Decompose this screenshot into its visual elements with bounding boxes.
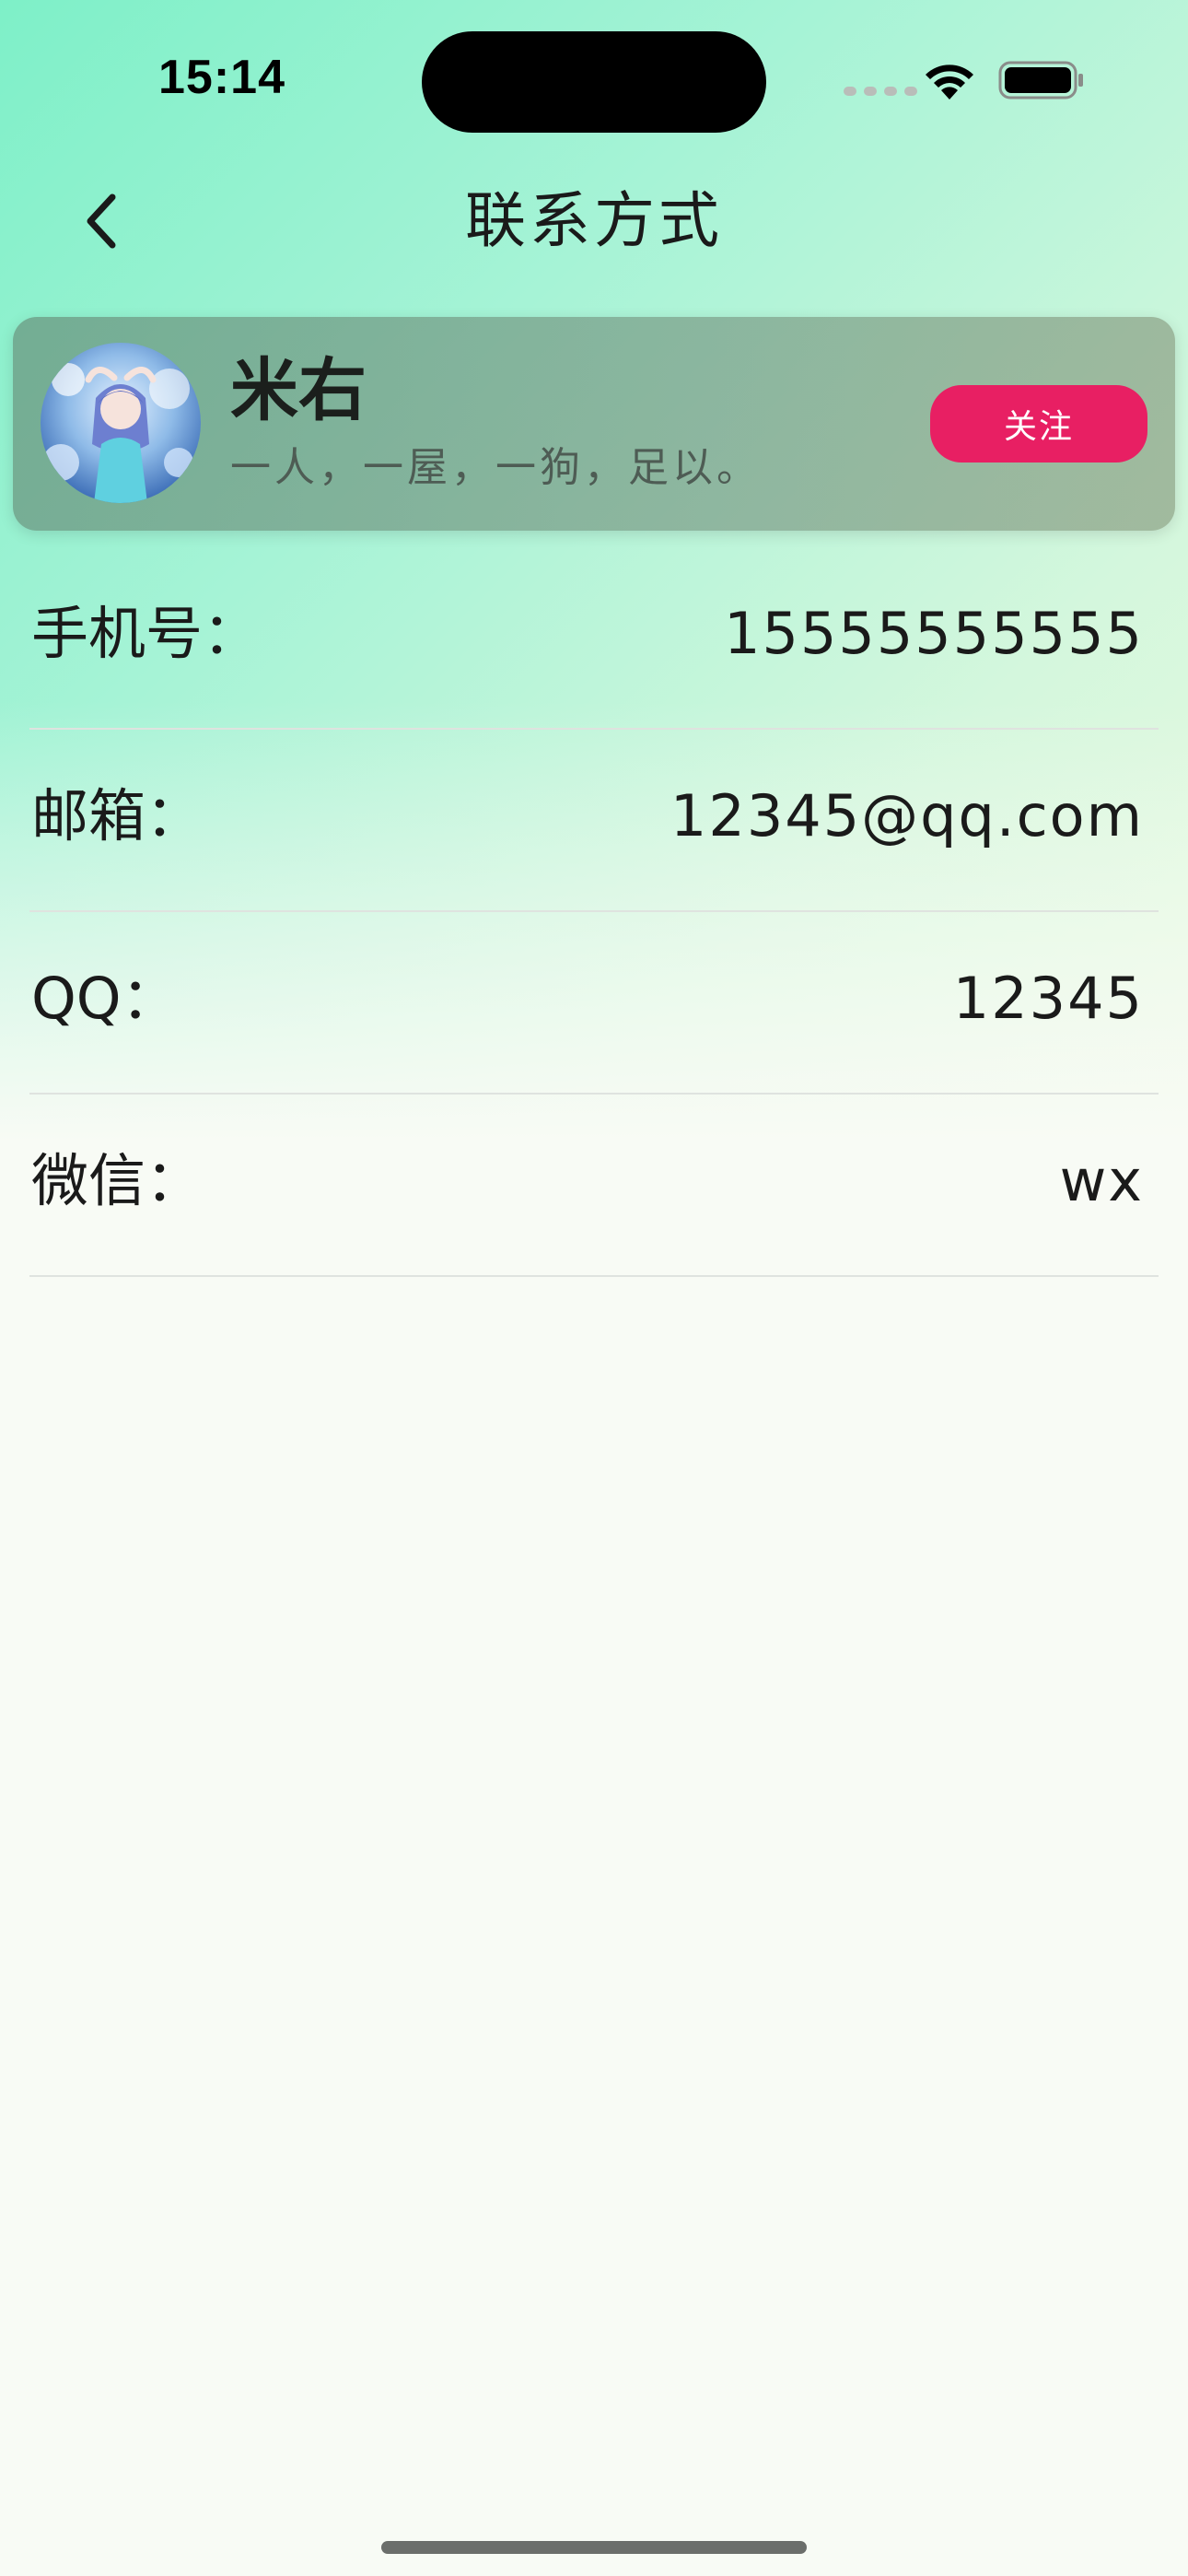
home-indicator[interactable] (381, 2541, 807, 2554)
contact-value: wx (1059, 1147, 1144, 1214)
profile-name: 米右 (230, 351, 367, 430)
contact-row-phone[interactable]: 手机号： 15555555555 (29, 547, 1159, 730)
avatar[interactable] (41, 343, 201, 503)
contact-row-wechat[interactable]: 微信： wx (29, 1095, 1159, 1277)
follow-button[interactable]: 关注 (930, 385, 1147, 463)
avatar-image (41, 343, 201, 503)
contact-label: 微信： (31, 1147, 204, 1214)
contact-label: QQ： (31, 965, 179, 1032)
profile-bio: 一人，一屋，一狗，足以。 (230, 444, 761, 491)
contact-info-list: 手机号： 15555555555 邮箱： 12345@qq.com QQ： 12… (29, 547, 1159, 1277)
dynamic-island (422, 31, 766, 133)
profile-card: 米右 一人，一屋，一狗，足以。 关注 (13, 317, 1175, 531)
contact-value: 12345@qq.com (670, 782, 1144, 849)
battery-icon (998, 61, 1083, 100)
contact-label: 手机号： (31, 600, 261, 667)
status-bar: 15:14 (0, 0, 1188, 147)
contact-value: 12345 (952, 965, 1144, 1032)
wifi-icon (926, 64, 973, 100)
status-time: 15:14 (158, 51, 285, 104)
cellular-signal-icon (844, 87, 917, 96)
contact-value: 15555555555 (724, 600, 1144, 667)
page-title: 联系方式 (465, 185, 723, 256)
navigation-bar: 联系方式 (0, 166, 1188, 276)
contact-row-qq[interactable]: QQ： 12345 (29, 912, 1159, 1095)
contact-row-email[interactable]: 邮箱： 12345@qq.com (29, 730, 1159, 912)
contact-label: 邮箱： (31, 782, 204, 849)
